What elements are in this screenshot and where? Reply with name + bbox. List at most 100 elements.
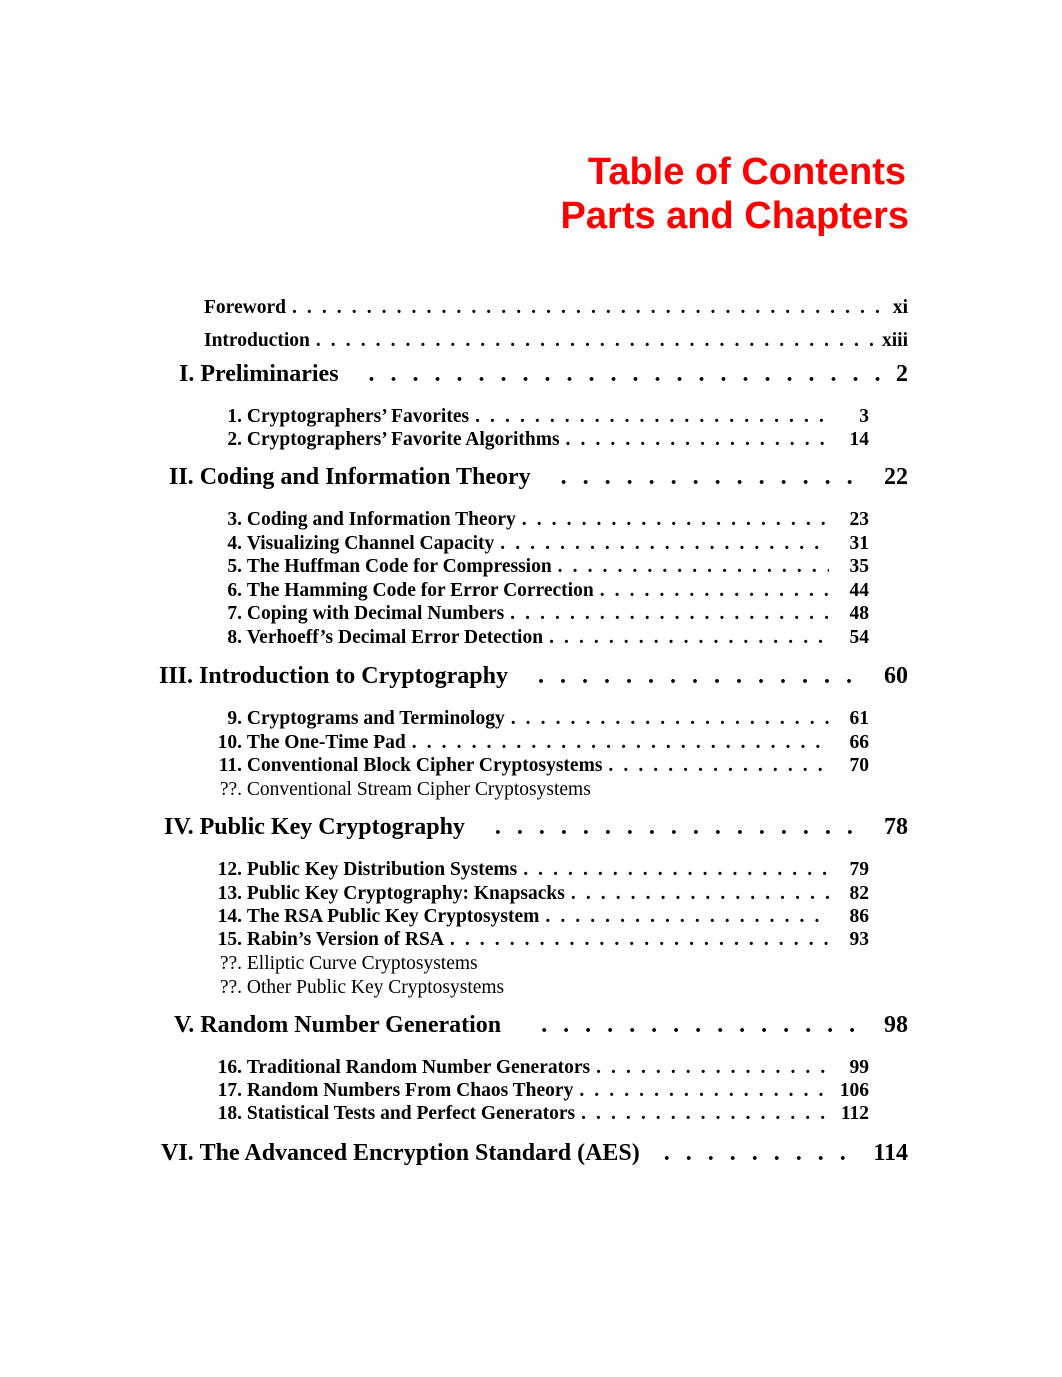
chapter-number: 1. [227,406,242,427]
chapter-heading: 11. Conventional Block Cipher Cryptosyst… [200,755,603,777]
toc-chapter[interactable]: 2. Cryptographers’ Favorite Algorithms 1… [200,429,869,451]
part-title: Introduction to Cryptography [199,663,508,689]
chapter-title: Cryptograms and Terminology [246,708,505,729]
toc-part-1[interactable]: I. Preliminaries 2 [150,361,908,388]
chapter-number: 12. [217,859,242,880]
toc-part-3[interactable]: III. Introduction to Cryptography 60 [150,663,908,690]
chapter-number: 7. [227,603,242,624]
toc-chapter-unnumbered[interactable]: ??. Other Public Key Cryptosystems [200,977,504,999]
toc-chapter[interactable]: 8. Verhoeff’s Decimal Error Detection 54 [200,627,869,649]
toc-part-2[interactable]: II. Coding and Information Theory 22 [150,464,908,491]
toc-chapter[interactable]: 1. Cryptographers’ Favorites 3 [200,406,869,428]
toc-chapter[interactable]: 18. Statistical Tests and Perfect Genera… [200,1103,869,1125]
chapter-title: Traditional Random Number Generators [246,1057,591,1078]
part-page: 78 [884,814,908,840]
toc-chapter[interactable]: 9. Cryptograms and Terminology 61 [200,708,869,730]
chapter-page: 61 [849,708,870,729]
chapter-heading: 8. Verhoeff’s Decimal Error Detection [200,627,543,649]
table-of-contents: Foreword xi Introduction xiii I. Prelimi… [0,0,1062,1377]
toc-chapter[interactable]: 7. Coping with Decimal Numbers 48 [200,603,869,625]
toc-chapter[interactable]: 17. Random Numbers From Chaos Theory 106 [200,1080,869,1102]
dot-leader [581,1103,829,1125]
toc-entry-introduction[interactable]: Introduction xiii [204,330,908,352]
chapter-heading: 9. Cryptograms and Terminology [200,708,505,730]
chapter-number: 16. [217,1057,242,1078]
dot-leader [549,627,829,649]
chapter-title: The Hamming Code for Error Correction [246,580,594,601]
part-page: 60 [884,663,908,689]
dot-leader [541,1012,862,1039]
dot-leader [538,663,862,690]
part-number: I. [179,361,195,387]
dot-leader [495,814,862,841]
toc-entry-foreword[interactable]: Foreword xi [204,297,908,319]
toc-part-6[interactable]: VI. The Advanced Encryption Standard (AE… [150,1140,908,1167]
part-number: IV. [164,814,194,840]
dot-leader [522,509,829,531]
chapter-heading: 17. Random Numbers From Chaos Theory [200,1080,574,1102]
chapter-number: 9. [227,708,242,729]
part-page: 98 [884,1012,908,1038]
toc-chapter[interactable]: 5. The Huffman Code for Compression 35 [200,556,869,578]
chapter-number: 10. [217,732,242,753]
chapter-title: Cryptographers’ Favorites [246,406,470,427]
part-heading: IV. Public Key Cryptography [150,814,465,841]
toc-chapter[interactable]: 12. Public Key Distribution Systems 79 [200,859,869,881]
chapter-heading: 18. Statistical Tests and Perfect Genera… [200,1103,575,1125]
chapter-heading: 15. Rabin’s Version of RSA [200,929,444,951]
chapter-page: 3 [859,406,869,427]
toc-chapter-unnumbered[interactable]: ??. Elliptic Curve Cryptosystems [200,953,478,975]
toc-chapter[interactable]: 4. Visualizing Channel Capacity 31 [200,533,869,555]
toc-part-4[interactable]: IV. Public Key Cryptography 78 [150,814,908,841]
chapter-number: 17. [217,1080,242,1101]
chapter-heading: ??. Elliptic Curve Cryptosystems [200,953,478,975]
dot-leader [579,1080,829,1102]
dot-leader [545,906,829,928]
entry-title: Foreword [204,297,286,318]
chapter-number: 11. [218,755,242,776]
chapter-title: Random Numbers From Chaos Theory [246,1080,574,1101]
chapter-heading: 7. Coping with Decimal Numbers [200,603,504,625]
chapter-heading: 4. Visualizing Channel Capacity [200,533,494,555]
part-number: V. [174,1012,195,1038]
chapter-number: 5. [227,556,242,577]
chapter-number: ??. [219,953,242,974]
dot-leader [510,603,829,625]
toc-chapter[interactable]: 15. Rabin’s Version of RSA 93 [200,929,869,951]
chapter-title: Public Key Distribution Systems [246,859,518,880]
chapter-page: 54 [849,627,870,648]
toc-chapter[interactable]: 6. The Hamming Code for Error Correction… [200,580,869,602]
toc-chapter[interactable]: 10. The One-Time Pad 66 [200,732,869,754]
part-title: Coding and Information Theory [199,464,531,490]
toc-chapter[interactable]: 13. Public Key Cryptography: Knapsacks 8… [200,883,869,905]
dot-leader [500,533,829,555]
chapter-page: 48 [849,603,870,624]
chapter-number: 2. [227,429,242,450]
part-heading: I. Preliminaries [150,361,339,388]
toc-chapter[interactable]: 11. Conventional Block Cipher Cryptosyst… [200,755,869,777]
part-title: The Advanced Encryption Standard (AES) [199,1140,640,1166]
toc-chapter[interactable]: 3. Coding and Information Theory 23 [200,509,869,531]
dot-leader [596,1057,829,1079]
toc-chapter[interactable]: 14. The RSA Public Key Cryptosystem 86 [200,906,869,928]
chapter-title: Rabin’s Version of RSA [246,929,444,950]
chapter-number: 6. [227,580,242,601]
chapter-title: Visualizing Channel Capacity [246,533,495,554]
chapter-heading: 2. Cryptographers’ Favorite Algorithms [200,429,559,451]
chapter-title: Coping with Decimal Numbers [246,603,505,624]
chapter-heading: 16. Traditional Random Number Generators [200,1057,590,1079]
toc-chapter-unnumbered[interactable]: ??. Conventional Stream Cipher Cryptosys… [200,779,591,801]
chapter-page: 35 [849,556,870,577]
chapter-page: 31 [849,533,870,554]
part-number: II. [169,464,194,490]
toc-part-5[interactable]: V. Random Number Generation 98 [150,1012,908,1039]
entry-title: Introduction [204,330,310,351]
part-number: VI. [161,1140,194,1166]
dot-leader [664,1140,862,1167]
dot-leader [558,556,829,578]
chapter-title: Conventional Stream Cipher Cryptosystems [246,779,591,800]
chapter-heading: 1. Cryptographers’ Favorites [200,406,469,428]
toc-chapter[interactable]: 16. Traditional Random Number Generators… [200,1057,869,1079]
dot-leader [475,406,829,428]
chapter-page: 112 [840,1103,869,1124]
